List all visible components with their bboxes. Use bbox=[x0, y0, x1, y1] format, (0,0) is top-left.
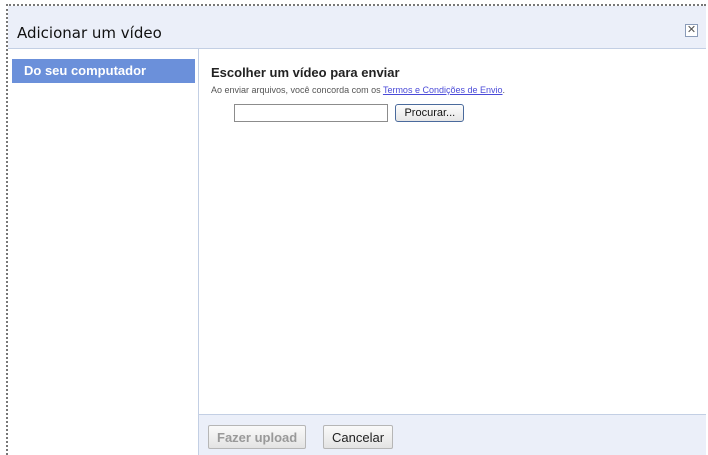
file-path-input[interactable] bbox=[234, 104, 388, 122]
terms-text: Ao enviar arquivos, você concorda com os bbox=[211, 85, 383, 95]
terms-suffix: . bbox=[502, 85, 506, 95]
add-video-dialog: Adicionar um vídeo ✕ Do seu computador E… bbox=[6, 4, 706, 455]
dialog-titlebar: Adicionar um vídeo ✕ bbox=[8, 6, 706, 49]
upload-button[interactable]: Fazer upload bbox=[208, 425, 307, 449]
terms-link[interactable]: Termos e Condições de Envio bbox=[383, 85, 503, 95]
browse-button[interactable]: Procurar... bbox=[395, 104, 465, 122]
close-icon[interactable]: ✕ bbox=[685, 24, 698, 37]
upload-panel: Escolher um vídeo para enviar Ao enviar … bbox=[199, 49, 706, 455]
upload-heading: Escolher um vídeo para enviar bbox=[211, 65, 400, 80]
dialog-footer: Fazer upload Cancelar bbox=[199, 414, 706, 455]
file-picker: Procurar... bbox=[234, 104, 465, 122]
source-sidebar: Do seu computador bbox=[8, 49, 199, 455]
dialog-title: Adicionar um vídeo bbox=[17, 24, 162, 42]
cancel-button[interactable]: Cancelar bbox=[323, 425, 394, 449]
terms-notice: Ao enviar arquivos, você concorda com os… bbox=[211, 85, 505, 95]
sidebar-item-from-computer[interactable]: Do seu computador bbox=[12, 59, 195, 83]
